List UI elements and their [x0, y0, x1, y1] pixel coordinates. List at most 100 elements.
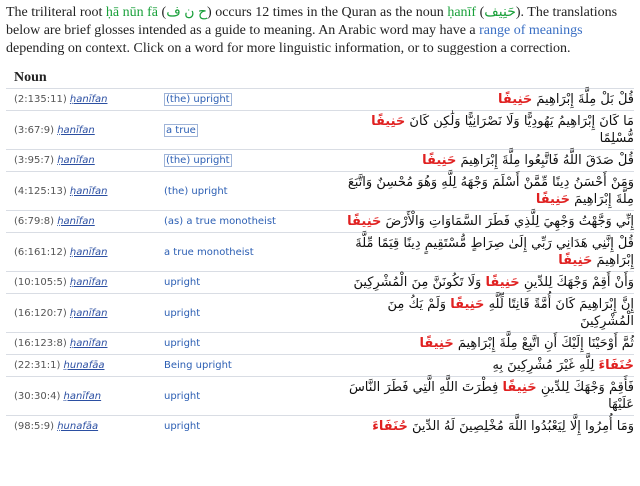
verse-reference-link[interactable]: (2:135:11) [14, 94, 67, 105]
word-transliteration-link[interactable]: ḥanīfan [64, 391, 102, 402]
gloss-cell: (the) upright [164, 171, 334, 211]
arabic-verse-cell: وَأَنْ أَقِمْ وَجْهَكَ لِلدِّينِ حَنِيفً… [334, 271, 634, 294]
arabic-text: فَأَقِمْ وَجْهَكَ لِلدِّينِ [536, 380, 634, 395]
arabic-text: إِنِّي وَجَّهْتُ وَجْهِيَ لِلَّذِي فَطَر… [381, 214, 634, 229]
verse-reference-link[interactable]: (30:30:4) [14, 391, 60, 402]
arabic-verse-cell: قُلْ إِنَّنِي هَدَانِي رَبِّي إِلَىٰ صِر… [334, 232, 634, 272]
intro-text: ) occurs 12 times in the Quran as the no… [207, 5, 448, 20]
gloss-text[interactable]: (the) upright [164, 186, 228, 197]
arabic-text: ثُمَّ أَوْحَيْنَا إِلَيْكَ أَنِ اتَّبِعْ… [453, 336, 634, 351]
verse-reference-link[interactable]: (4:125:13) [14, 186, 67, 197]
table-row: (10:105:5) ḥanīfan upright وَأَنْ أَقِمْ و… [6, 271, 634, 294]
word-transliteration-link[interactable]: ḥanīfan [57, 216, 95, 227]
arabic-text: مُّسْلِمًا [599, 131, 634, 146]
table-row: (3:95:7) ḥanīfan (the) upright قُلْ صَدَقَ… [6, 149, 634, 172]
intro-text: ( [158, 5, 167, 20]
gloss-text[interactable]: (as) a true monotheist [164, 216, 276, 227]
word-transliteration-link[interactable]: ḥunafāa [57, 421, 98, 432]
verse-reference-link[interactable]: (98:5:9) [14, 421, 54, 432]
arabic-text: وَلَا تَكُونَنَّ مِنَ الْمُشْرِكِينَ [353, 275, 486, 290]
arabic-verse-cell: إِنَّ إِبْرَاهِيمَ كَانَ أُمَّةً قَانِتً… [334, 293, 634, 333]
verse-reference-link[interactable]: (22:31:1) [14, 360, 60, 371]
intro-text: The triliteral root [6, 5, 106, 20]
gloss-cell: upright [164, 415, 334, 437]
gloss-cell: (the) upright [164, 88, 334, 111]
highlighted-arabic-word[interactable]: حُنَفَاءَ [372, 419, 408, 434]
verse-reference-link[interactable]: (16:123:8) [14, 338, 67, 349]
highlighted-arabic-word[interactable]: حَنِيفًا [498, 92, 532, 107]
verse-reference-link[interactable]: (3:67:9) [14, 125, 54, 136]
root-arabic[interactable]: ح ن ف [166, 5, 207, 20]
word-transliteration-link[interactable]: ḥanīfan [70, 94, 108, 105]
highlighted-arabic-word[interactable]: حَنِيفًا [422, 153, 456, 168]
highlighted-arabic-word[interactable]: حَنِيفًا [450, 297, 484, 312]
verse-reference-cell: (6:161:12) ḥanīfan [6, 232, 164, 272]
gloss-text[interactable]: upright [164, 338, 200, 349]
gloss-text[interactable]: (the) upright [164, 93, 232, 106]
highlighted-arabic-word[interactable]: حَنِيفًا [371, 114, 405, 129]
verse-reference-cell: (16:120:7) ḥanīfan [6, 293, 164, 333]
arabic-text: وَمَا أُمِرُوا إِلَّا لِيَعْبُدُوا اللَّ… [407, 419, 634, 434]
arabic-verse-cell: قُلْ بَلْ مِلَّةَ إِبْرَاهِيمَ حَنِيفًا [334, 88, 634, 111]
word-transliteration-link[interactable]: ḥanīfan [70, 277, 108, 288]
word-transliteration-link[interactable]: ḥanīfan [70, 186, 108, 197]
gloss-text[interactable]: a true [164, 123, 198, 137]
verse-reference-cell: (10:105:5) ḥanīfan [6, 271, 164, 294]
arabic-text: قُلْ بَلْ مِلَّةَ إِبْرَاهِيمَ [532, 92, 634, 107]
intro-text: depending on context. Click on a word fo… [6, 41, 571, 56]
gloss-text[interactable]: upright [164, 308, 200, 319]
verse-reference-link[interactable]: (10:105:5) [14, 277, 67, 288]
verse-reference-cell: (3:67:9) ḥanīfan [6, 110, 164, 150]
word-transliteration-link[interactable]: ḥanīfan [70, 308, 108, 319]
gloss-text[interactable]: upright [164, 277, 200, 288]
highlighted-arabic-word[interactable]: حَنِيفًا [419, 336, 453, 351]
table-row: (30:30:4) ḥanīfan upright فَأَقِمْ وَجْهَك… [6, 376, 634, 416]
word-transliteration-link[interactable]: ḥanīfan [70, 247, 108, 258]
gloss-text[interactable]: a true monotheist [164, 247, 254, 258]
verse-reference-cell: (6:79:8) ḥanīfan [6, 210, 164, 233]
range-of-meanings-link[interactable]: range of meanings [479, 23, 582, 38]
verse-reference-link[interactable]: (3:95:7) [14, 155, 54, 166]
noun-arabic[interactable]: حَنِيف [484, 5, 516, 20]
arabic-verse-cell: وَمَا أُمِرُوا إِلَّا لِيَعْبُدُوا اللَّ… [334, 415, 634, 437]
gloss-cell: a true [164, 110, 334, 150]
highlighted-arabic-word[interactable]: حَنِيفًا [485, 275, 519, 290]
gloss-cell: a true monotheist [164, 232, 334, 272]
gloss-cell: (as) a true monotheist [164, 210, 334, 233]
section-heading-noun: Noun [14, 70, 47, 85]
arabic-text: لِلَّهِ غَيْرَ مُشْرِكِينَ بِهِ [492, 358, 599, 373]
table-row: (16:120:7) ḥanīfan upright إِنَّ إِبْرَاهِ… [6, 293, 634, 333]
highlighted-arabic-word[interactable]: حُنَفَاءَ [598, 358, 634, 373]
table-row: (22:31:1) ḥunafāa Being upright حُنَفَاءَ … [6, 354, 634, 377]
word-transliteration-link[interactable]: ḥanīfan [57, 155, 95, 166]
gloss-text[interactable]: Being upright [164, 360, 232, 371]
gloss-text[interactable]: upright [164, 421, 200, 432]
table-row: (2:135:11) ḥanīfan (the) upright قُلْ بَلْ… [6, 88, 634, 111]
verse-reference-cell: (3:95:7) ḥanīfan [6, 149, 164, 172]
gloss-cell: upright [164, 271, 334, 294]
table-row: (4:125:13) ḥanīfan (the) upright وَمَنْ أَ… [6, 171, 634, 211]
table-row: (6:161:12) ḥanīfan a true monotheist قُلْ … [6, 232, 634, 272]
gloss-text[interactable]: upright [164, 391, 200, 402]
root-transliteration[interactable]: ḥā nūn fā [106, 5, 158, 20]
word-transliteration-link[interactable]: ḥunafāa [64, 360, 105, 371]
verse-reference-link[interactable]: (16:120:7) [14, 308, 67, 319]
verse-reference-link[interactable]: (6:161:12) [14, 247, 67, 258]
gloss-cell: upright [164, 293, 334, 333]
gloss-cell: Being upright [164, 354, 334, 377]
noun-transliteration[interactable]: ḥanīf [447, 5, 476, 20]
arabic-text: وَأَنْ أَقِمْ وَجْهَكَ لِلدِّينِ [519, 275, 634, 290]
arabic-verse-cell: مَا كَانَ إِبْرَاهِيمُ يَهُودِيًّا وَلَا… [334, 110, 634, 150]
highlighted-arabic-word[interactable]: حَنِيفًا [558, 253, 592, 268]
occurrences-table: (2:135:11) ḥanīfan (the) upright قُلْ بَلْ… [6, 88, 634, 437]
highlighted-arabic-word[interactable]: حَنِيفًا [347, 214, 381, 229]
highlighted-arabic-word[interactable]: حَنِيفًا [502, 380, 536, 395]
word-transliteration-link[interactable]: ḥanīfan [57, 125, 95, 136]
highlighted-arabic-word[interactable]: حَنِيفًا [536, 192, 570, 207]
word-transliteration-link[interactable]: ḥanīfan [70, 338, 108, 349]
verse-reference-link[interactable]: (6:79:8) [14, 216, 54, 227]
gloss-text[interactable]: (the) upright [164, 154, 232, 167]
arabic-verse-cell: حُنَفَاءَ لِلَّهِ غَيْرَ مُشْرِكِينَ بِه… [334, 354, 634, 377]
arabic-text: وَمَنْ أَحْسَنُ دِينًا مِّمَّنْ أَسْلَمَ… [347, 175, 634, 207]
arabic-verse-cell: ثُمَّ أَوْحَيْنَا إِلَيْكَ أَنِ اتَّبِعْ… [334, 332, 634, 355]
